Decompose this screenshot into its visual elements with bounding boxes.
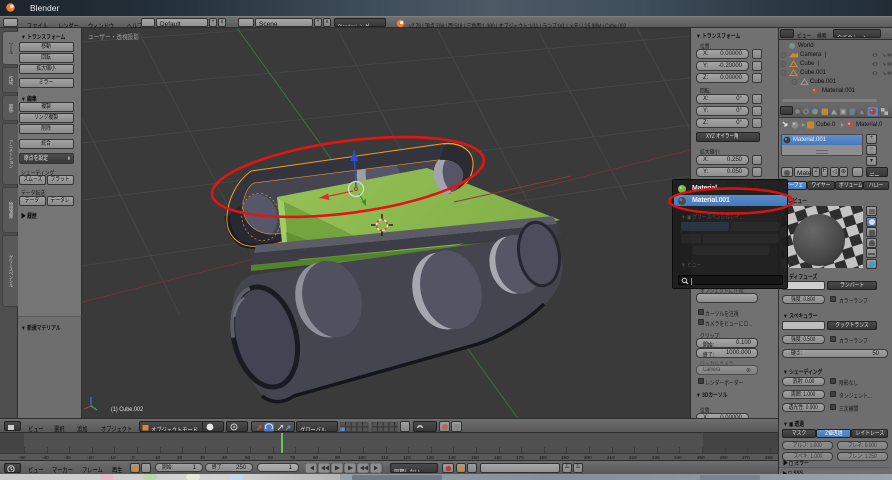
svg-text:ユーザー・透視投影: ユーザー・透視投影 [88, 32, 139, 41]
svg-text:(1) Cube.002: (1) Cube.002 [111, 406, 143, 413]
